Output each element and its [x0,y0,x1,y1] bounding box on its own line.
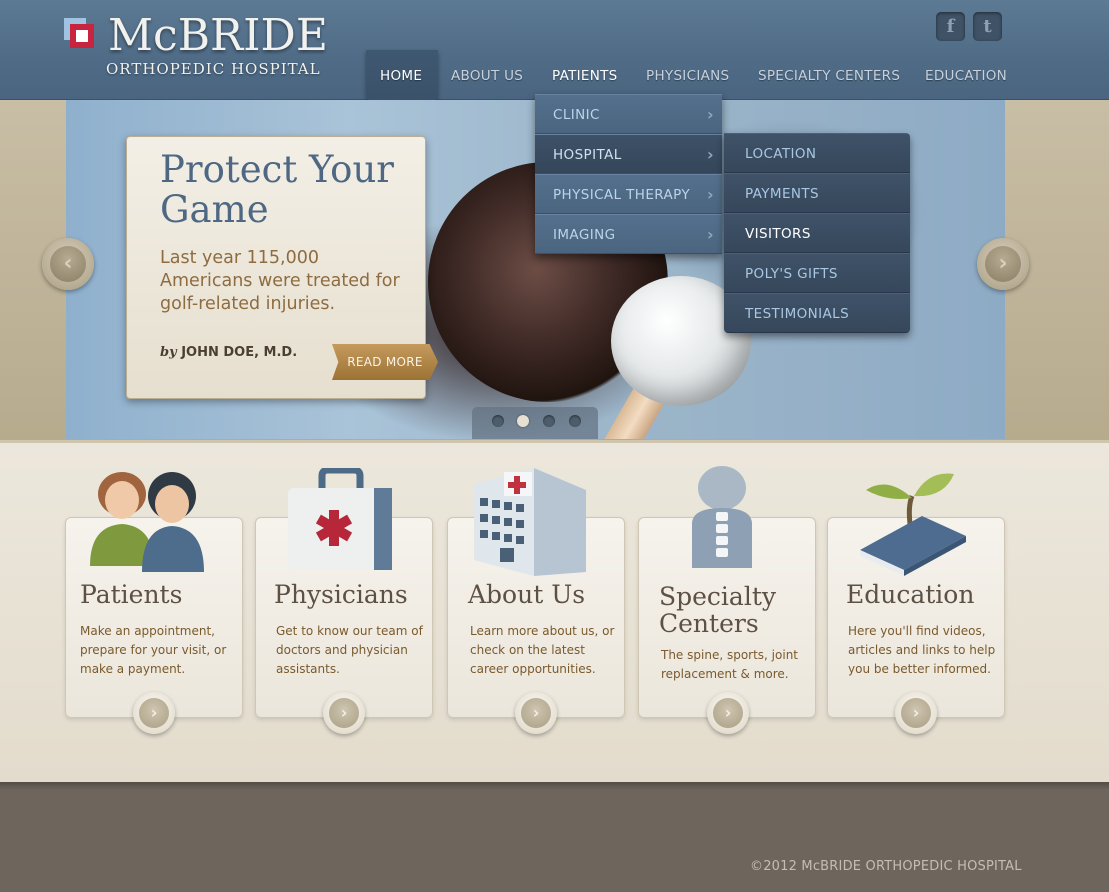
dropdown-item-label: IMAGING [553,227,616,243]
nav-home[interactable]: HOME [380,58,422,94]
feature-text: Here you'll find videos, articles and li… [848,624,996,676]
chevron-right-icon: › [985,246,1021,282]
byline-author: JOHN DOE, M.D. [181,345,298,360]
nav-physicians[interactable]: PHYSICIANS [646,58,729,94]
dropdown-item-imaging[interactable]: IMAGING › [535,214,722,254]
feature-text: Get to know our team of doctors and phys… [276,624,423,676]
hero-byline: by JOHN DOE, M.D. [160,345,297,360]
medical-kit-icon [284,466,404,578]
slide-dot-1[interactable] [492,415,504,427]
hospital-submenu: LOCATION PAYMENTS VISITORS POLY'S GIFTS … [724,133,910,333]
book-icon [858,466,970,580]
slider-prev-button[interactable]: ‹ [42,238,94,290]
chevron-left-icon: ‹ [50,246,86,282]
footer-copyright: ©2012 McBRIDE ORTHOPEDIC HOSPITAL [750,859,1022,874]
patients-icon [84,466,208,578]
dropdown-item-clinic[interactable]: CLINIC › [535,94,722,134]
chevron-right-icon: › [707,105,714,124]
twitter-icon[interactable]: t [973,12,1002,41]
slider-next-button[interactable]: › [977,238,1029,290]
chevron-right-icon: › [707,145,714,164]
submenu-item-payments[interactable]: PAYMENTS [724,173,910,213]
dropdown-item-hospital[interactable]: HOSPITAL › [535,134,722,174]
patients-dropdown: CLINIC › HOSPITAL › PHYSICAL THERAPY › I… [535,94,722,254]
slider-pagination [472,407,598,439]
dropdown-item-label: CLINIC [553,107,600,123]
chevron-right-icon: › [521,698,551,728]
submenu-item-location[interactable]: LOCATION [724,133,910,173]
chevron-right-icon: › [139,698,169,728]
hospital-building-icon [474,464,590,580]
feature-title: Physicians [274,580,408,609]
nav-about-us[interactable]: ABOUT US [451,58,523,94]
feature-arrow-physicians[interactable]: › [323,692,365,734]
logo-mark-icon [64,18,98,52]
slide-dot-4[interactable] [569,415,581,427]
chevron-right-icon: › [329,698,359,728]
feature-arrow-education[interactable]: › [895,692,937,734]
slide-dot-2[interactable] [517,415,529,427]
hero-title: Protect Your Game [160,148,394,231]
feature-arrow-about-us[interactable]: › [515,692,557,734]
chevron-right-icon: › [707,185,714,204]
feature-title: Education [846,580,975,609]
submenu-item-polys-gifts[interactable]: POLY'S GIFTS [724,253,910,293]
feature-text: Learn more about us, or check on the lat… [470,624,615,676]
feature-text: Make an appointment, prepare for your vi… [80,624,227,676]
slide-dot-3[interactable] [543,415,555,427]
read-more-button[interactable]: READ MORE [332,344,438,380]
chevron-right-icon: › [713,698,743,728]
chevron-right-icon: › [901,698,931,728]
main-nav: HOME ABOUT US PATIENTS PHYSICIANS SPECIA… [0,58,1109,98]
feature-arrow-patients[interactable]: › [133,692,175,734]
dropdown-item-physical-therapy[interactable]: PHYSICAL THERAPY › [535,174,722,214]
feature-title: About Us [468,580,586,609]
spine-icon [688,464,756,574]
logo-name: McBRIDE [108,10,328,61]
byline-prefix: by [160,345,177,360]
feature-title: Specialty Centers [659,582,776,638]
submenu-item-visitors[interactable]: VISITORS [724,213,910,253]
feature-arrow-specialty-centers[interactable]: › [707,692,749,734]
feature-title: Patients [80,580,183,609]
nav-education[interactable]: EDUCATION [925,58,1007,94]
nav-patients[interactable]: PATIENTS [552,58,618,94]
features-divider [0,782,1109,790]
nav-specialty-centers[interactable]: SPECIALTY CENTERS [758,58,900,94]
dropdown-item-label: PHYSICAL THERAPY [553,187,691,203]
hero-text: Last year 115,000 Americans were treated… [160,248,400,314]
feature-text: The spine, sports, joint replacement & m… [661,648,799,681]
dropdown-item-label: HOSPITAL [553,147,622,163]
chevron-right-icon: › [707,225,714,244]
submenu-item-testimonials[interactable]: TESTIMONIALS [724,293,910,333]
facebook-icon[interactable]: f [936,12,965,41]
